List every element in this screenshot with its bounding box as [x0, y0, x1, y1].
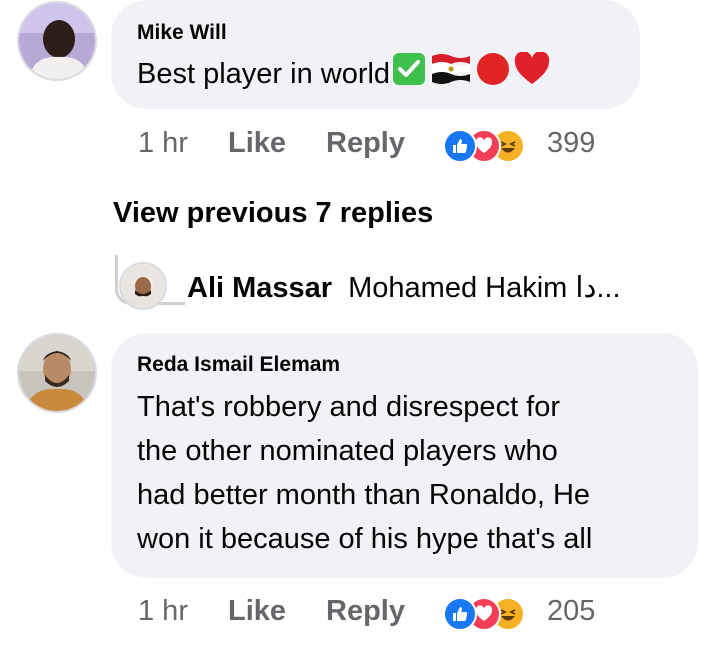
- egypt-flag-icon: [430, 52, 472, 99]
- comment-text-line: That's robbery and disrespect for: [137, 391, 561, 423]
- red-circle-icon: [476, 52, 510, 99]
- reply-button[interactable]: Reply: [326, 127, 405, 160]
- like-button[interactable]: Like: [228, 595, 286, 628]
- comment-actions: 1 hr Like Reply: [138, 127, 405, 160]
- avatar-image: [19, 3, 95, 79]
- reply-button[interactable]: Reply: [326, 595, 405, 628]
- view-previous-replies-link[interactable]: View previous 7 replies: [113, 197, 433, 230]
- comment-timestamp[interactable]: 1 hr: [138, 127, 188, 160]
- reply-preview[interactable]: Ali Massar Mohamed Hakim دا...: [187, 270, 621, 305]
- comment-bubble-reda-ismail-elemam: Reda Ismail Elemam That's robbery and di…: [111, 333, 698, 578]
- like-button[interactable]: Like: [228, 127, 286, 160]
- comment-text: Best player in world: [137, 51, 550, 99]
- comment-author[interactable]: Reda Ismail Elemam: [137, 353, 340, 377]
- reaction-count[interactable]: 205: [547, 595, 595, 628]
- reaction-count[interactable]: 399: [547, 127, 595, 160]
- check-mark-button-icon: [392, 52, 426, 99]
- red-heart-icon: [514, 51, 550, 99]
- comment-text-content: Best player in world: [137, 58, 391, 91]
- avatar-image: [19, 335, 95, 411]
- comment-bubble-mike-will: Mike Will Best player in world: [111, 0, 640, 109]
- comment-text-line: won it because of his hype that's all: [137, 523, 593, 555]
- reply-snippet: Mohamed Hakim دا...: [348, 272, 621, 304]
- comment-text: That's robbery and disrespect for the ot…: [137, 385, 592, 561]
- reaction-summary[interactable]: [443, 129, 525, 163]
- like-icon: [443, 597, 477, 631]
- comment-text-line: had better month than Ronaldo, He: [137, 479, 591, 511]
- avatar-ali-massar[interactable]: [119, 262, 167, 310]
- reaction-summary[interactable]: [443, 597, 525, 631]
- avatar-mike-will[interactable]: [17, 1, 97, 81]
- like-icon: [443, 129, 477, 163]
- comment-text-line: the other nominated players who: [137, 435, 558, 467]
- avatar-image: [121, 264, 165, 308]
- reply-author[interactable]: Ali Massar: [187, 272, 332, 304]
- comment-author[interactable]: Mike Will: [137, 21, 227, 45]
- comment-actions: 1 hr Like Reply: [138, 595, 405, 628]
- comment-timestamp[interactable]: 1 hr: [138, 595, 188, 628]
- avatar-reda-ismail-elemam[interactable]: [17, 333, 97, 413]
